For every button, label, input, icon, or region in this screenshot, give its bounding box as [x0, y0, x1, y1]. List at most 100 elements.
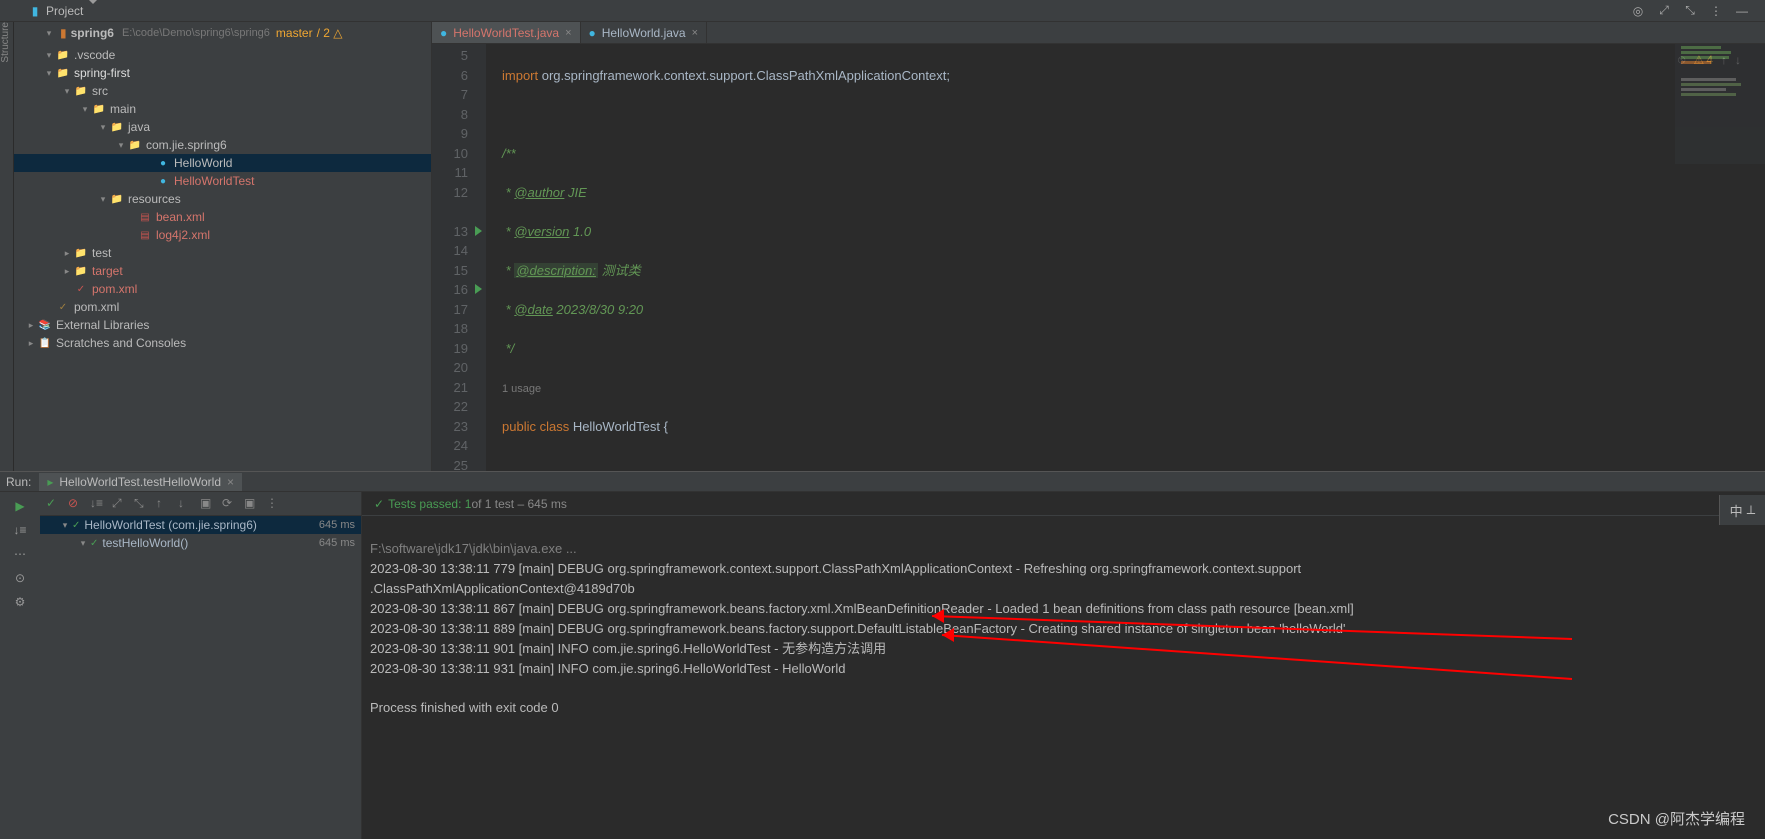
expand-icon[interactable]: ▾: [42, 28, 56, 39]
line-number[interactable]: 5: [432, 46, 468, 66]
line-number[interactable]: 17: [432, 300, 468, 320]
tests-total: of 1 test – 645 ms: [471, 497, 566, 511]
sort-icon[interactable]: ↓≡: [90, 496, 106, 512]
line-number[interactable]: [432, 202, 468, 222]
tree-item[interactable]: ▤bean.xml: [14, 208, 431, 226]
line-number[interactable]: 16: [432, 280, 468, 300]
tree-label: HelloWorld: [174, 156, 232, 170]
file-icon: ✓: [74, 282, 88, 296]
line-number[interactable]: 22: [432, 397, 468, 417]
export-icon[interactable]: ▣: [200, 496, 216, 512]
tree-item[interactable]: ▸📁target: [14, 262, 431, 280]
tree-item[interactable]: ▾📁resources: [14, 190, 431, 208]
tests-passed-badge: ✓ Tests passed: 1: [374, 497, 471, 511]
minimize-icon[interactable]: —: [1733, 2, 1751, 20]
tree-item[interactable]: ▸📚External Libraries: [14, 316, 431, 334]
project-sidebar: ▾ ▮ spring6 E:\code\Demo\spring6\spring6…: [14, 22, 432, 471]
run-button[interactable]: ▶: [12, 498, 28, 514]
test-row[interactable]: ▾✓HelloWorldTest (com.jie.spring6)645 ms: [40, 516, 361, 534]
expand-icon[interactable]: ▸: [60, 266, 74, 277]
next-icon[interactable]: ↓: [178, 496, 194, 512]
more-icon[interactable]: ⋮: [266, 496, 282, 512]
close-icon[interactable]: ×: [227, 475, 234, 489]
code-minimap[interactable]: [1675, 44, 1765, 164]
test-row[interactable]: ▾✓testHelloWorld()645 ms: [40, 534, 361, 552]
tree-item[interactable]: ▾📁src: [14, 82, 431, 100]
line-number[interactable]: 24: [432, 436, 468, 456]
project-dropdown[interactable]: ▮ Project: [22, 2, 103, 20]
project-root-row[interactable]: ▾ ▮ spring6 E:\code\Demo\spring6\spring6…: [14, 22, 431, 44]
line-number[interactable]: 6: [432, 66, 468, 86]
expand-icon[interactable]: ▸: [24, 338, 38, 349]
tree-item[interactable]: ▤log4j2.xml: [14, 226, 431, 244]
target-icon[interactable]: ◎: [1629, 2, 1647, 20]
tree-label: log4j2.xml: [156, 228, 210, 242]
settings-icon[interactable]: ⚙: [12, 594, 28, 610]
line-number[interactable]: 9: [432, 124, 468, 144]
tab-helloworldtest[interactable]: ● HelloWorldTest.java ×: [432, 22, 581, 43]
history-icon[interactable]: ⟳: [222, 496, 238, 512]
tree-item[interactable]: ▾📁main: [14, 100, 431, 118]
line-number[interactable]: 8: [432, 105, 468, 125]
code-content[interactable]: import org.springframework.context.suppo…: [486, 44, 1057, 471]
tree-item[interactable]: ●HelloWorld: [14, 154, 431, 172]
line-number[interactable]: 21: [432, 378, 468, 398]
expand-icon[interactable]: ▾: [42, 68, 56, 79]
fail-filter-icon[interactable]: ⊘: [68, 496, 84, 512]
settings-icon[interactable]: ⋮: [1707, 2, 1725, 20]
test-duration: 645 ms: [319, 519, 361, 531]
line-number[interactable]: 12: [432, 183, 468, 203]
close-icon[interactable]: ×: [692, 27, 698, 39]
tree-item[interactable]: ▾📁.vscode: [14, 46, 431, 64]
tab-helloworld[interactable]: ● HelloWorld.java ×: [581, 22, 708, 43]
ime-indicator[interactable]: 中⟂: [1719, 495, 1765, 525]
line-number[interactable]: 18: [432, 319, 468, 339]
collapse-icon[interactable]: ⤡: [134, 496, 150, 512]
expand-icon[interactable]: ▸: [24, 320, 38, 331]
run-panel-header: Run: ▸ HelloWorldTest.testHelloWorld ×: [0, 472, 1765, 492]
java-class-icon: ●: [440, 26, 447, 40]
tree-label: src: [92, 84, 108, 98]
pin-icon[interactable]: ⊙: [12, 570, 28, 586]
tree-item[interactable]: ▸📁test: [14, 244, 431, 262]
expand-icon[interactable]: ▾: [96, 194, 110, 205]
structure-tool-label[interactable]: Structure: [0, 22, 11, 69]
line-number[interactable]: 14: [432, 241, 468, 261]
tree-item[interactable]: ✓pom.xml: [14, 280, 431, 298]
expand-icon[interactable]: ▾: [114, 140, 128, 151]
import-icon[interactable]: ▣: [244, 496, 260, 512]
run-tab[interactable]: ▸ HelloWorldTest.testHelloWorld ×: [39, 473, 242, 491]
tree-item[interactable]: ▾📁com.jie.spring6: [14, 136, 431, 154]
line-number[interactable]: 10: [432, 144, 468, 164]
line-number[interactable]: 15: [432, 261, 468, 281]
line-number[interactable]: 11: [432, 163, 468, 183]
line-number[interactable]: 7: [432, 85, 468, 105]
expand-icon[interactable]: ⤢: [112, 496, 128, 512]
close-icon[interactable]: ×: [565, 27, 571, 39]
expand-icon[interactable]: ▾: [60, 86, 74, 97]
line-number[interactable]: 19: [432, 339, 468, 359]
stop-button[interactable]: ↓≡: [12, 522, 28, 538]
tool-window-strip-left: Structure: [0, 22, 14, 471]
expand-icon[interactable]: ▸: [60, 248, 74, 259]
tree-item[interactable]: ▾📁java: [14, 118, 431, 136]
prev-icon[interactable]: ↑: [156, 496, 172, 512]
pass-filter-icon[interactable]: ✓: [46, 496, 62, 512]
collapse-icon[interactable]: ⤡: [1681, 2, 1699, 20]
tree-item[interactable]: ✓pom.xml: [14, 298, 431, 316]
expand-icon[interactable]: ⤢: [1655, 2, 1673, 20]
console-output[interactable]: F:\software\jdk17\jdk\bin\java.exe ... 2…: [362, 516, 1765, 839]
expand-icon[interactable]: ▾: [96, 122, 110, 133]
tree-label: java: [128, 120, 150, 134]
line-number[interactable]: 13: [432, 222, 468, 242]
expand-icon[interactable]: ▾: [78, 104, 92, 115]
tree-item[interactable]: ●HelloWorldTest: [14, 172, 431, 190]
tree-item[interactable]: ▸📋Scratches and Consoles: [14, 334, 431, 352]
expand-icon[interactable]: ▾: [42, 50, 56, 61]
line-number[interactable]: 25: [432, 456, 468, 472]
line-number[interactable]: 23: [432, 417, 468, 437]
line-number[interactable]: 20: [432, 358, 468, 378]
editor-body[interactable]: 567891011121314151617181920212223242526 …: [432, 44, 1765, 471]
tree-item[interactable]: ▾📁spring-first: [14, 64, 431, 82]
run-panel: Run: ▸ HelloWorldTest.testHelloWorld × ▶…: [0, 471, 1765, 839]
